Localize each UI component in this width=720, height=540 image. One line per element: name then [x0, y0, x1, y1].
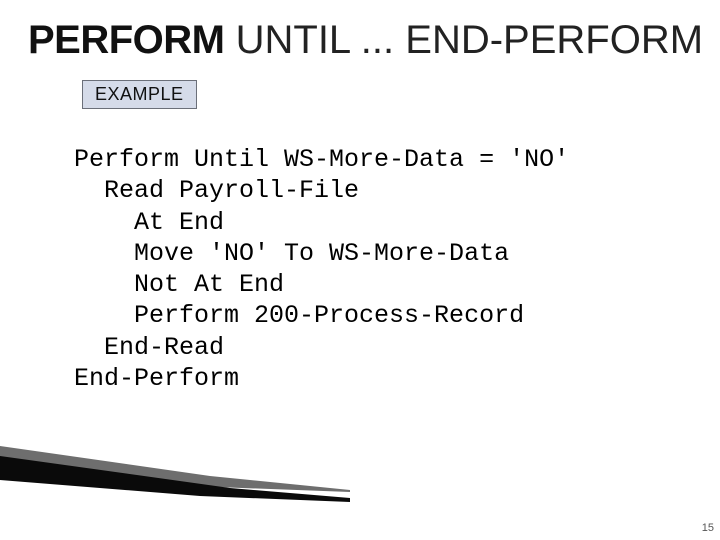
title-rest: UNTIL ... END-PERFORM: [225, 18, 704, 62]
page-number: 15: [702, 522, 714, 534]
code-block: Perform Until WS-More-Data = 'NO' Read P…: [74, 144, 569, 394]
code-line: Move 'NO' To WS-More-Data: [74, 239, 509, 268]
code-line: At End: [74, 208, 224, 237]
slide-title: PERFORM UNTIL ... END-PERFORM: [28, 18, 703, 63]
slide: PERFORM UNTIL ... END-PERFORM EXAMPLE Pe…: [0, 0, 720, 540]
example-badge: EXAMPLE: [82, 80, 197, 109]
code-line: Perform Until WS-More-Data = 'NO': [74, 145, 569, 174]
code-line: End-Read: [74, 333, 224, 362]
code-line: Perform 200-Process-Record: [74, 301, 524, 330]
code-line: Read Payroll-File: [74, 176, 359, 205]
code-line: End-Perform: [74, 364, 239, 393]
code-line: Not At End: [74, 270, 284, 299]
swoosh-decoration: [0, 446, 350, 516]
title-lead: PERFORM: [28, 18, 225, 62]
example-badge-label: EXAMPLE: [95, 84, 184, 104]
